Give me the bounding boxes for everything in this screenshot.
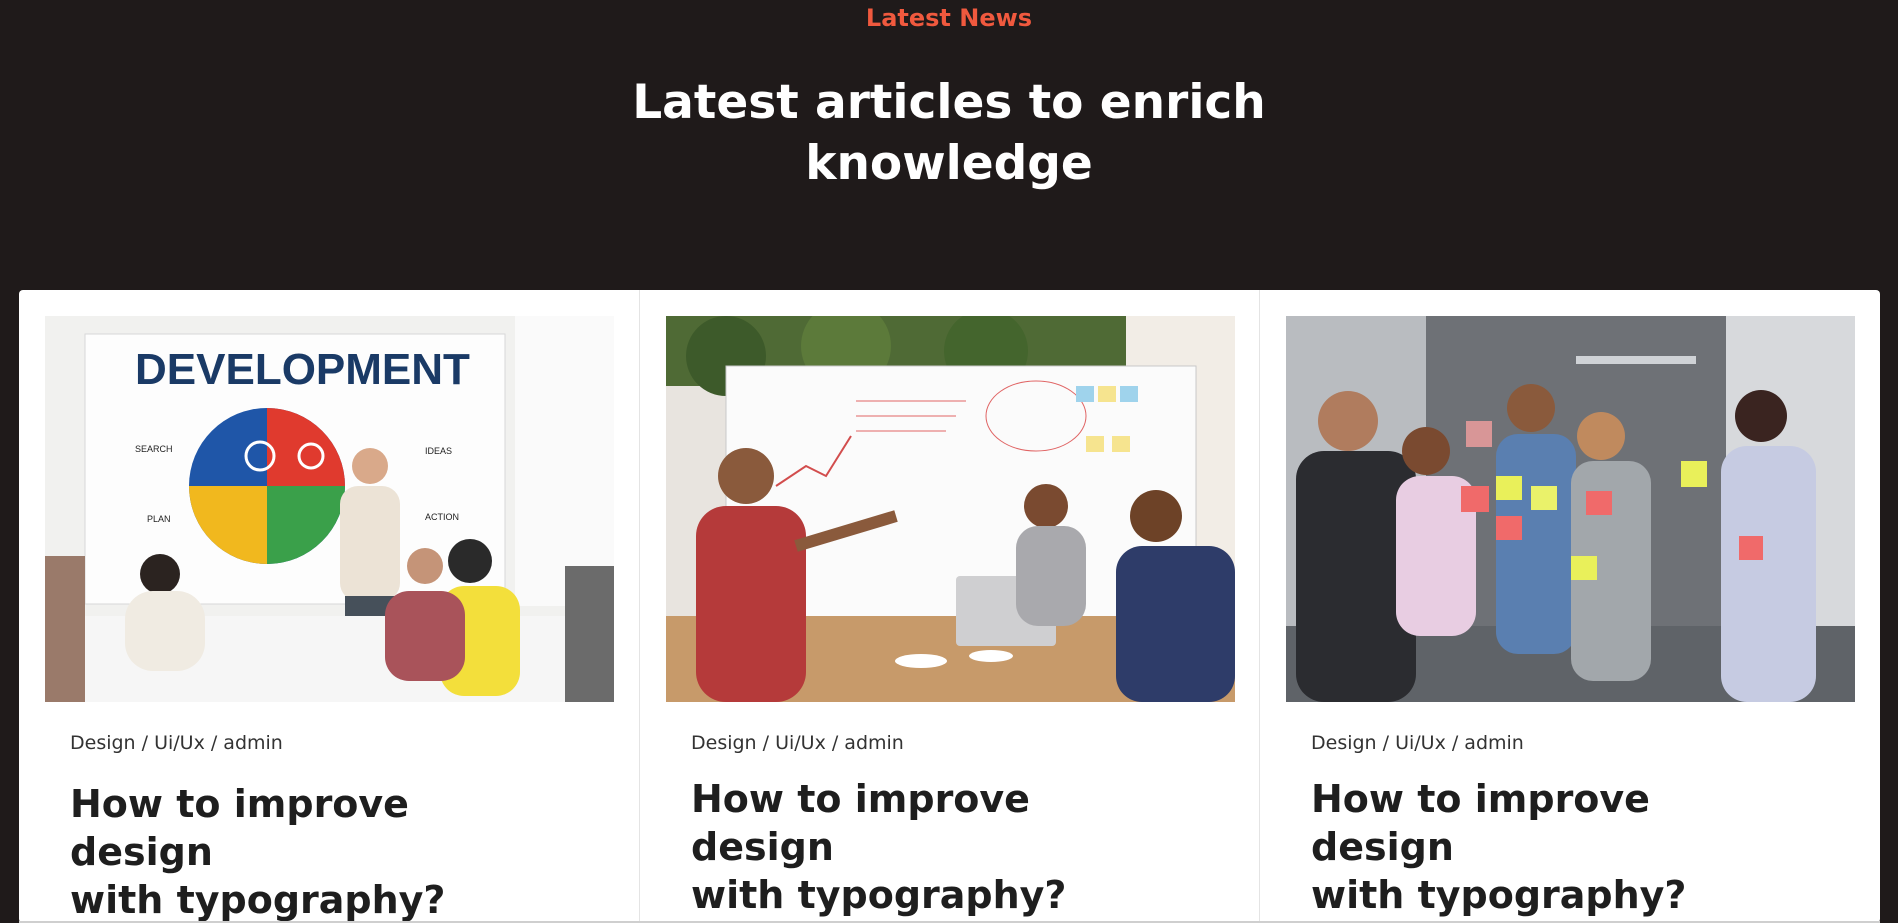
action-label: ACTION: [425, 512, 459, 522]
article-card[interactable]: Design / Ui/Ux / admin How to improve de…: [639, 290, 1259, 923]
article-title-line-2[interactable]: with typography?: [70, 878, 445, 922]
article-card[interactable]: Design / Ui/Ux / admin How to improve de…: [1259, 290, 1879, 923]
heading-line-1: Latest articles to enrich: [632, 75, 1266, 130]
latest-news-section: Latest News Latest articles to enrich kn…: [0, 0, 1898, 923]
article-card-grid: DEVELOPMENT SEARCH IDEAS PLAN ACTION Des…: [19, 290, 1880, 923]
article-meta: Design / Ui/Ux / admin: [691, 732, 904, 754]
article-title-line-1[interactable]: How to improve design: [691, 777, 1030, 869]
section-heading: Latest articles to enrich knowledge: [0, 72, 1898, 194]
article-image-development-meeting[interactable]: DEVELOPMENT SEARCH IDEAS PLAN ACTION: [45, 316, 614, 702]
section-eyebrow: Latest News: [865, 4, 1033, 32]
article-meta: Design / Ui/Ux / admin: [70, 732, 283, 754]
plan-label: PLAN: [147, 514, 171, 524]
ideas-label: IDEAS: [425, 446, 452, 456]
article-card[interactable]: DEVELOPMENT SEARCH IDEAS PLAN ACTION Des…: [19, 290, 639, 923]
article-title[interactable]: How to improve design with typography?: [70, 780, 550, 924]
article-image-sticky-notes-team[interactable]: [1286, 316, 1855, 702]
article-title-line-2[interactable]: with typography?: [691, 873, 1066, 917]
article-title[interactable]: How to improve design with typography?: [1311, 775, 1791, 919]
article-image-whiteboard-discussion[interactable]: [666, 316, 1235, 702]
article-title[interactable]: How to improve design with typography?: [691, 775, 1171, 919]
article-title-line-1[interactable]: How to improve design: [1311, 777, 1650, 869]
search-label: SEARCH: [135, 444, 173, 454]
heading-line-2: knowledge: [805, 136, 1093, 191]
article-title-line-1[interactable]: How to improve design: [70, 782, 409, 874]
article-meta: Design / Ui/Ux / admin: [1311, 732, 1524, 754]
article-title-line-2[interactable]: with typography?: [1311, 873, 1686, 917]
banner-text: DEVELOPMENT: [135, 345, 470, 394]
